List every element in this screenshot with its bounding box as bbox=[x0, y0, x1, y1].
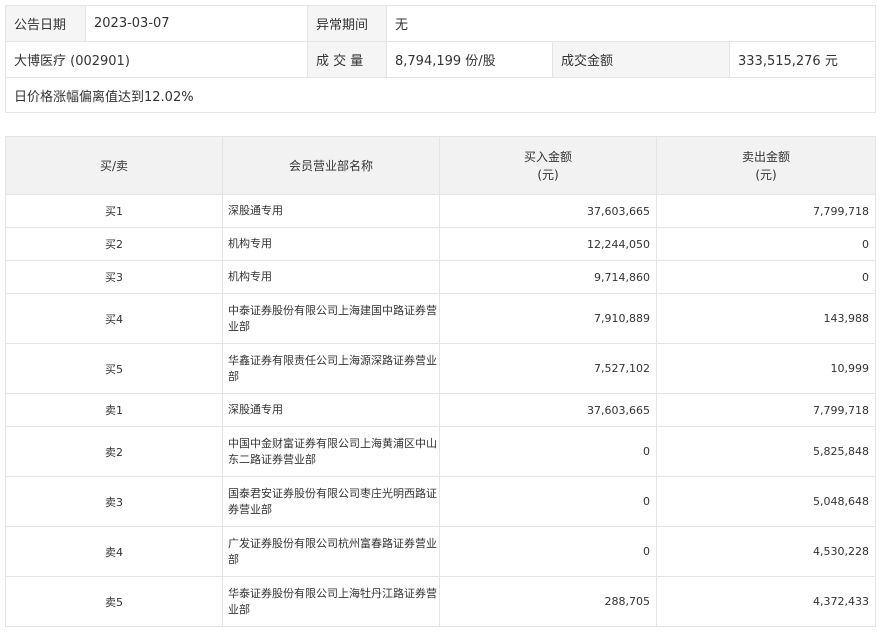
row-side: 买3 bbox=[5, 260, 223, 294]
row-buy-amount: 288,705 bbox=[439, 576, 657, 627]
announcement-date-label: 公告日期 bbox=[5, 5, 86, 42]
announcement-info-table: 公告日期 2023-03-07 异常期间 无 大博医疗 (002901) 成 交… bbox=[4, 5, 877, 113]
row-side: 卖1 bbox=[5, 393, 223, 427]
broker-trades-table: 买/卖 会员营业部名称 买入金额 (元) 卖出金额 (元) 买1 深股通专用 37,… bbox=[5, 136, 876, 627]
row-buy-amount: 12,244,050 bbox=[439, 227, 657, 261]
volume-value: 8,794,199 份/股 bbox=[386, 41, 553, 78]
row-buy-amount: 37,603,665 bbox=[439, 194, 657, 228]
info-row-trade: 大博医疗 (002901) 成 交 量 8,794,199 份/股 成交金额 3… bbox=[5, 41, 877, 78]
row-dept: 中国中金财富证券有限公司上海黄浦区中山东二路证券营业部 bbox=[222, 426, 440, 477]
row-sell-amount: 4,372,433 bbox=[656, 576, 876, 627]
header-sell-amount: 卖出金额 (元) bbox=[656, 136, 876, 195]
announcement-date-value: 2023-03-07 bbox=[85, 5, 308, 42]
row-sell-amount: 0 bbox=[656, 227, 876, 261]
amount-value: 333,515,276 元 bbox=[728, 41, 877, 78]
row-buy-amount: 9,714,860 bbox=[439, 260, 657, 294]
header-buy-amount: 买入金额 (元) bbox=[439, 136, 657, 195]
row-buy-amount: 7,527,102 bbox=[439, 343, 657, 394]
table-row: 买5 华鑫证券有限责任公司上海源深路证券营业部 7,527,102 10,999 bbox=[5, 343, 876, 394]
row-sell-amount: 5,048,648 bbox=[656, 476, 876, 527]
row-side: 买2 bbox=[5, 227, 223, 261]
row-dept: 中泰证券股份有限公司上海建国中路证券营业部 bbox=[222, 293, 440, 344]
table-row: 买1 深股通专用 37,603,665 7,799,718 bbox=[5, 194, 876, 228]
abnormal-period-label: 异常期间 bbox=[307, 5, 387, 42]
row-side: 买5 bbox=[5, 343, 223, 394]
deviation-note: 日价格涨幅偏离值达到12.02% bbox=[4, 77, 877, 113]
abnormal-period-value: 无 bbox=[385, 5, 877, 42]
row-dept: 华鑫证券有限责任公司上海源深路证券营业部 bbox=[222, 343, 440, 394]
table-row: 卖3 国泰君安证券股份有限公司枣庄光明西路证券营业部 0 5,048,648 bbox=[5, 476, 876, 527]
row-dept: 机构专用 bbox=[222, 260, 440, 294]
row-dept: 广发证券股份有限公司杭州富春路证券营业部 bbox=[222, 526, 440, 577]
row-sell-amount: 143,988 bbox=[656, 293, 876, 344]
row-side: 卖5 bbox=[5, 576, 223, 627]
table-row: 卖5 华泰证券股份有限公司上海牡丹江路证券营业部 288,705 4,372,4… bbox=[5, 576, 876, 627]
row-buy-amount: 0 bbox=[439, 426, 657, 477]
table-header-row: 买/卖 会员营业部名称 买入金额 (元) 卖出金额 (元) bbox=[5, 136, 876, 195]
table-row: 买2 机构专用 12,244,050 0 bbox=[5, 227, 876, 261]
header-sell-line1: 卖出金额 bbox=[741, 149, 790, 164]
table-row: 卖4 广发证券股份有限公司杭州富春路证券营业部 0 4,530,228 bbox=[5, 526, 876, 577]
row-side: 卖4 bbox=[5, 526, 223, 577]
row-sell-amount: 7,799,718 bbox=[656, 393, 876, 427]
row-side: 卖3 bbox=[5, 476, 223, 527]
table-row: 买4 中泰证券股份有限公司上海建国中路证券营业部 7,910,889 143,9… bbox=[5, 293, 876, 344]
row-sell-amount: 10,999 bbox=[656, 343, 876, 394]
row-buy-amount: 0 bbox=[439, 476, 657, 527]
table-row: 买3 机构专用 9,714,860 0 bbox=[5, 260, 876, 294]
stock-name: 大博医疗 (002901) bbox=[5, 41, 308, 78]
row-buy-amount: 37,603,665 bbox=[439, 393, 657, 427]
header-buy-unit: (元) bbox=[537, 167, 559, 182]
row-buy-amount: 7,910,889 bbox=[439, 293, 657, 344]
header-dept: 会员营业部名称 bbox=[222, 136, 440, 195]
row-sell-amount: 4,530,228 bbox=[656, 526, 876, 577]
row-sell-amount: 5,825,848 bbox=[656, 426, 876, 477]
header-side: 买/卖 bbox=[5, 136, 223, 195]
table-row: 卖1 深股通专用 37,603,665 7,799,718 bbox=[5, 393, 876, 427]
info-row-date: 公告日期 2023-03-07 异常期间 无 bbox=[5, 5, 877, 42]
header-buy-line1: 买入金额 bbox=[523, 149, 572, 164]
header-sell-unit: (元) bbox=[755, 167, 777, 182]
row-dept: 深股通专用 bbox=[222, 194, 440, 228]
row-side: 卖2 bbox=[5, 426, 223, 477]
row-dept: 机构专用 bbox=[222, 227, 440, 261]
volume-label: 成 交 量 bbox=[307, 41, 387, 78]
row-sell-amount: 0 bbox=[656, 260, 876, 294]
row-dept: 华泰证券股份有限公司上海牡丹江路证券营业部 bbox=[222, 576, 440, 627]
row-dept: 深股通专用 bbox=[222, 393, 440, 427]
table-row: 卖2 中国中金财富证券有限公司上海黄浦区中山东二路证券营业部 0 5,825,8… bbox=[5, 426, 876, 477]
row-dept: 国泰君安证券股份有限公司枣庄光明西路证券营业部 bbox=[222, 476, 440, 527]
row-sell-amount: 7,799,718 bbox=[656, 194, 876, 228]
info-row-note: 日价格涨幅偏离值达到12.02% bbox=[4, 77, 877, 113]
row-side: 买4 bbox=[5, 293, 223, 344]
amount-label: 成交金额 bbox=[552, 41, 730, 78]
row-buy-amount: 0 bbox=[439, 526, 657, 577]
row-side: 买1 bbox=[5, 194, 223, 228]
